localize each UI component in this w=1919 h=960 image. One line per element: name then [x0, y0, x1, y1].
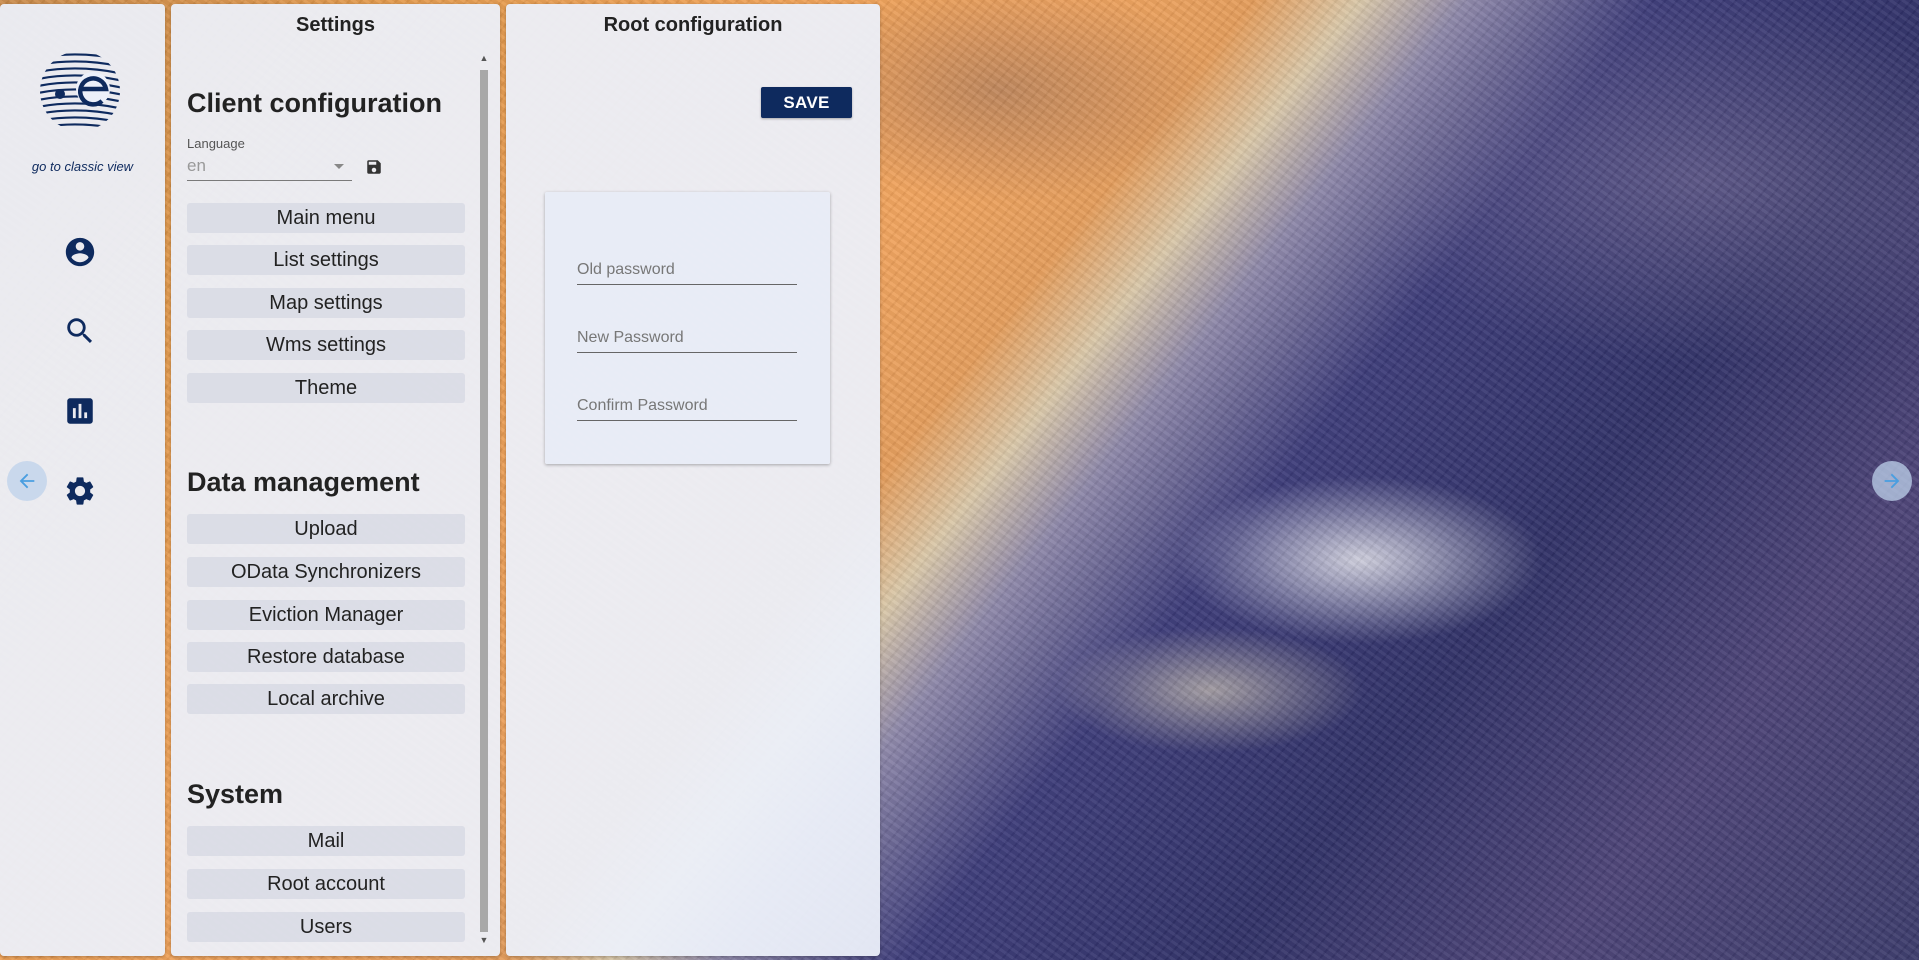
- collapse-left-button[interactable]: [7, 461, 47, 501]
- map-settings-button[interactable]: Map settings: [187, 288, 465, 318]
- root-configuration-title: Root configuration: [603, 14, 783, 36]
- settings-panel: Settings Client configuration Language e…: [171, 4, 500, 956]
- settings-button[interactable]: [60, 471, 100, 511]
- settings-scroll-area[interactable]: Client configuration Language en Main me…: [171, 48, 478, 950]
- wms-settings-button[interactable]: Wms settings: [187, 330, 465, 360]
- upload-button[interactable]: Upload: [187, 514, 465, 544]
- old-password-field[interactable]: [577, 256, 797, 285]
- settings-title: Settings: [296, 14, 375, 36]
- root-account-button[interactable]: Root account: [187, 869, 465, 899]
- esa-logo: [38, 49, 122, 133]
- data-management-heading: Data management: [187, 467, 420, 497]
- password-form-card: [545, 192, 830, 464]
- list-settings-button[interactable]: List settings: [187, 245, 465, 275]
- language-select[interactable]: en: [187, 152, 352, 181]
- confirm-password-field[interactable]: [577, 392, 797, 421]
- new-password-field[interactable]: [577, 324, 797, 353]
- client-configuration-heading: Client configuration: [187, 88, 442, 118]
- gear-icon: [66, 477, 94, 505]
- users-button[interactable]: Users: [187, 912, 465, 942]
- arrow-left-icon: [19, 473, 35, 489]
- statistics-button[interactable]: [60, 391, 100, 431]
- scroll-down-icon[interactable]: ▼: [478, 934, 490, 946]
- classic-view-link[interactable]: go to classic view: [0, 159, 165, 174]
- root-configuration-panel: Root configuration SAVE: [506, 4, 880, 956]
- restore-database-button[interactable]: Restore database: [187, 642, 465, 672]
- theme-button[interactable]: Theme: [187, 373, 465, 403]
- search-icon: [67, 318, 93, 344]
- scrollbar-thumb[interactable]: [480, 70, 488, 932]
- main-menu-button[interactable]: Main menu: [187, 203, 465, 233]
- expand-right-button[interactable]: [1872, 461, 1912, 501]
- language-label: Language: [187, 136, 245, 151]
- arrow-right-icon: [1884, 473, 1900, 489]
- eviction-manager-button[interactable]: Eviction Manager: [187, 600, 465, 630]
- odata-synchronizers-button[interactable]: OData Synchronizers: [187, 557, 465, 587]
- settings-scrollbar[interactable]: ▲ ▼: [478, 50, 490, 946]
- account-button[interactable]: [60, 232, 100, 272]
- mail-button[interactable]: Mail: [187, 826, 465, 856]
- floppy-disk-icon: [367, 160, 381, 174]
- system-heading: System: [187, 779, 284, 809]
- scroll-up-icon[interactable]: ▲: [478, 52, 490, 64]
- search-button[interactable]: [60, 311, 100, 351]
- save-language-button[interactable]: [365, 158, 383, 176]
- bar-chart-icon: [67, 398, 93, 424]
- language-value: en: [187, 156, 206, 175]
- save-button[interactable]: SAVE: [761, 87, 852, 118]
- account-icon: [65, 237, 95, 267]
- chevron-down-icon: [334, 164, 344, 169]
- local-archive-button[interactable]: Local archive: [187, 684, 465, 714]
